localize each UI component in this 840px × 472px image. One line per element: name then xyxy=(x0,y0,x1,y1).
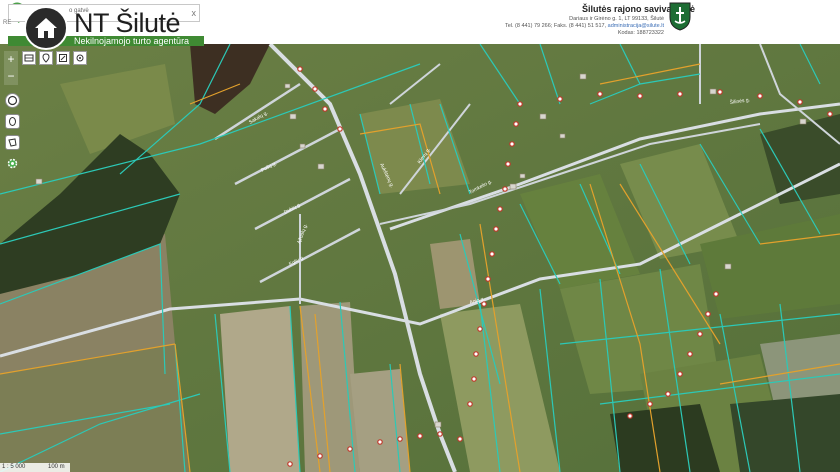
municipality-code: Kodas: 188723322 xyxy=(617,30,664,36)
settings-button[interactable] xyxy=(5,156,20,171)
home-button[interactable] xyxy=(24,6,68,50)
edit-button[interactable] xyxy=(56,51,70,65)
scale-distance: 100 m xyxy=(48,464,65,470)
municipality-address: Dariaus ir Girėno g. 1, LT 99133, Šilutė xyxy=(569,16,664,22)
polygon-tool-button[interactable] xyxy=(5,135,20,150)
crosshair-icon xyxy=(76,54,84,62)
scale-ratio: 1 : 5 000 xyxy=(2,464,26,470)
municipality-email-link[interactable]: administracija@silute.lt xyxy=(608,23,664,29)
page-header: o gatvė x RE NT Šilutė Nekilnojamojo tur… xyxy=(0,0,840,50)
ellipse-tool-icon xyxy=(9,117,16,126)
zoom-in-button[interactable]: + xyxy=(4,51,18,68)
crosshair-button[interactable] xyxy=(73,51,87,65)
brand-title: NT Šilutė xyxy=(74,8,181,38)
location-button[interactable] xyxy=(39,51,53,65)
coat-of-arms-icon xyxy=(669,2,691,31)
location-pin-icon xyxy=(42,53,50,63)
settings-icon xyxy=(7,158,18,169)
drawing-tools xyxy=(5,93,20,171)
ellipse-tool-button[interactable] xyxy=(5,114,20,129)
map-view[interactable]: Sakalų g. Pušų g. Dubių g. Eglių g. Ąžuo… xyxy=(0,44,840,472)
municipality-phone: Tel. (8 441) 79 266; Faks. (8 441) 51 51… xyxy=(504,23,607,29)
zoom-controls: + − xyxy=(4,51,18,85)
map-toolbar xyxy=(22,51,87,65)
map-scale: 1 : 5 000 100 m xyxy=(0,463,70,472)
layers-icon xyxy=(24,54,34,62)
municipality-contacts: Tel. (8 441) 79 266; Faks. (8 441) 51 51… xyxy=(505,23,664,29)
zoom-out-button[interactable]: − xyxy=(4,68,18,85)
close-icon[interactable]: x xyxy=(192,7,197,19)
home-icon xyxy=(35,18,57,38)
circle-tool-button[interactable] xyxy=(5,93,20,108)
polygon-tool-icon xyxy=(8,138,17,147)
map-canvas[interactable]: Sakalų g. Pušų g. Dubių g. Eglių g. Ąžuo… xyxy=(0,44,840,472)
layers-button[interactable] xyxy=(22,51,36,65)
edit-icon xyxy=(59,54,67,62)
search-prefix-label: RE xyxy=(3,20,12,26)
circle-tool-icon xyxy=(7,95,18,106)
